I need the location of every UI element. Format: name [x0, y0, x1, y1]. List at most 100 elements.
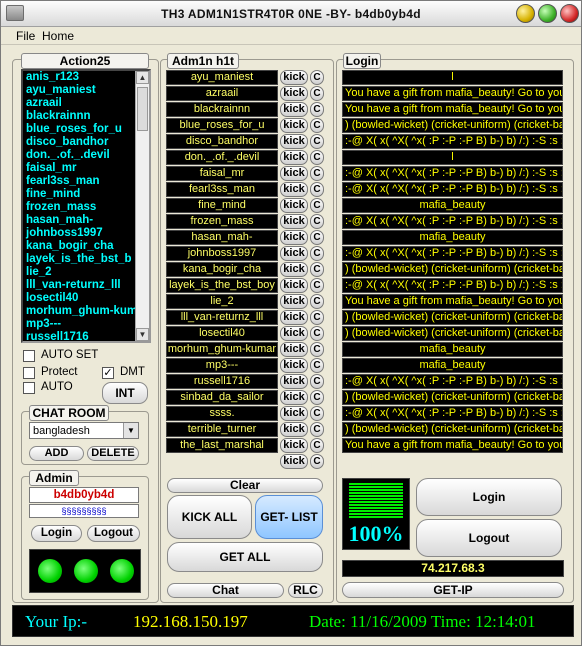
user-list-item[interactable]: mp3--- — [23, 318, 149, 331]
user-list-item[interactable]: fearl3ss_man — [23, 175, 149, 188]
hit-user-name[interactable]: terrible_turner — [166, 422, 278, 437]
user-list-item[interactable]: ayu_maniest — [23, 84, 149, 97]
hit-user-name[interactable]: frozen_mass — [166, 214, 278, 229]
c-button[interactable]: C — [310, 150, 324, 165]
c-button[interactable]: C — [310, 198, 324, 213]
rlc-button[interactable]: RLC — [288, 583, 323, 598]
user-list-item[interactable]: kana_bogir_cha — [23, 240, 149, 253]
hit-user-name[interactable]: mp3--- — [166, 358, 278, 373]
add-room-button[interactable]: ADD — [29, 446, 84, 461]
hit-user-name[interactable]: lie_2 — [166, 294, 278, 309]
kick-button[interactable]: kick — [280, 438, 308, 453]
kick-button[interactable]: kick — [280, 342, 308, 357]
user-list-scrollbar[interactable]: ▲ ▼ — [135, 71, 149, 341]
kick-button[interactable]: kick — [280, 70, 308, 85]
user-list-item[interactable]: johnboss1997 — [23, 227, 149, 240]
hit-user-name[interactable]: fearl3ss_man — [166, 182, 278, 197]
c-button[interactable]: C — [310, 438, 324, 453]
hit-user-name[interactable]: blue_roses_for_u — [166, 118, 278, 133]
hit-user-name[interactable]: johnboss1997 — [166, 246, 278, 261]
chat-button[interactable]: Chat — [167, 583, 284, 598]
hit-user-name[interactable]: losectil40 — [166, 326, 278, 341]
kick-button[interactable]: kick — [280, 454, 308, 469]
c-button[interactable]: C — [310, 374, 324, 389]
menu-file[interactable]: File — [16, 29, 35, 43]
protect-checkbox[interactable] — [23, 367, 35, 379]
kick-button[interactable]: kick — [280, 214, 308, 229]
user-list-item[interactable]: layek_is_the_bst_b — [23, 253, 149, 266]
c-button[interactable]: C — [310, 358, 324, 373]
c-button[interactable]: C — [310, 454, 324, 469]
user-list-item[interactable]: losectil40 — [23, 292, 149, 305]
admin-username-field[interactable]: b4db0yb4d — [29, 487, 139, 503]
auto-checkbox[interactable] — [23, 382, 35, 394]
user-list-item[interactable]: frozen_mass — [23, 201, 149, 214]
user-list-item[interactable]: disco_bandhor — [23, 136, 149, 149]
c-button[interactable]: C — [310, 102, 324, 117]
admin-logout-button[interactable]: Logout — [87, 525, 140, 542]
kick-button[interactable]: kick — [280, 118, 308, 133]
c-button[interactable]: C — [310, 118, 324, 133]
c-button[interactable]: C — [310, 262, 324, 277]
c-button[interactable]: C — [310, 214, 324, 229]
user-list-item[interactable]: anis_r123 — [23, 71, 149, 84]
hit-user-name[interactable]: russell1716 — [166, 374, 278, 389]
get-ip-button[interactable]: GET-IP — [342, 582, 564, 598]
c-button[interactable]: C — [310, 230, 324, 245]
get-all-button[interactable]: GET ALL — [167, 542, 323, 572]
kick-button[interactable]: kick — [280, 406, 308, 421]
hit-user-name[interactable]: ayu_maniest — [166, 70, 278, 85]
c-button[interactable]: C — [310, 310, 324, 325]
delete-room-button[interactable]: DELETE — [87, 446, 139, 461]
hit-user-name[interactable]: ssss. — [166, 406, 278, 421]
admin-password-field[interactable]: §§§§§§§§§ — [29, 504, 139, 518]
menu-home[interactable]: Home — [42, 29, 74, 43]
kick-button[interactable]: kick — [280, 102, 308, 117]
user-list-item[interactable]: russell1716 — [23, 331, 149, 341]
maximize-button[interactable] — [538, 4, 557, 23]
user-list-item[interactable]: fine_mind — [23, 188, 149, 201]
hit-user-name[interactable]: layek_is_the_bst_boy — [166, 278, 278, 293]
hit-user-name[interactable]: don._.of._.devil — [166, 150, 278, 165]
hit-user-name[interactable]: disco_bandhor — [166, 134, 278, 149]
user-list[interactable]: anis_r123 ayu_maniest azraail blackrainnn bl… — [21, 69, 151, 343]
chat-room-select[interactable]: bangladesh ▼ — [29, 422, 139, 439]
c-button[interactable]: C — [310, 182, 324, 197]
kick-button[interactable]: kick — [280, 166, 308, 181]
c-button[interactable]: C — [310, 422, 324, 437]
kick-button[interactable]: kick — [280, 246, 308, 261]
hit-user-name[interactable]: kana_bogir_cha — [166, 262, 278, 277]
user-list-item[interactable]: lll_van-returnz_lll — [23, 279, 149, 292]
kick-button[interactable]: kick — [280, 326, 308, 341]
hit-user-name[interactable]: fine_mind — [166, 198, 278, 213]
clear-button[interactable]: Clear — [167, 478, 323, 493]
c-button[interactable]: C — [310, 390, 324, 405]
dmt-checkbox[interactable]: ✓ — [102, 367, 114, 379]
user-list-item[interactable]: faisal_mr — [23, 162, 149, 175]
c-button[interactable]: C — [310, 406, 324, 421]
kick-button[interactable]: kick — [280, 150, 308, 165]
hit-user-name[interactable]: hasan_mah- — [166, 230, 278, 245]
title-bar[interactable]: TH3 ADM1N1STR4T0R 0NE -BY- b4db0yb4d — [1, 1, 581, 27]
hit-user-name[interactable]: the_last_marshal — [166, 438, 278, 453]
kick-button[interactable]: kick — [280, 230, 308, 245]
get-list-button[interactable]: GET- LIST — [255, 495, 323, 539]
user-list-item[interactable]: morhum_ghum-kuma — [23, 305, 149, 318]
close-button[interactable] — [560, 4, 579, 23]
kick-button[interactable]: kick — [280, 358, 308, 373]
c-button[interactable]: C — [310, 246, 324, 261]
kick-button[interactable]: kick — [280, 182, 308, 197]
user-list-item[interactable]: azraail — [23, 97, 149, 110]
auto-set-checkbox[interactable] — [23, 350, 35, 362]
kick-button[interactable]: kick — [280, 278, 308, 293]
user-list-item[interactable]: hasan_mah- — [23, 214, 149, 227]
kick-button[interactable]: kick — [280, 198, 308, 213]
kick-button[interactable]: kick — [280, 262, 308, 277]
int-button[interactable]: INT — [102, 382, 148, 404]
c-button[interactable]: C — [310, 278, 324, 293]
kick-button[interactable]: kick — [280, 374, 308, 389]
hit-user-name[interactable]: morhum_ghum-kumar — [166, 342, 278, 357]
c-button[interactable]: C — [310, 326, 324, 341]
kick-button[interactable]: kick — [280, 422, 308, 437]
kick-button[interactable]: kick — [280, 86, 308, 101]
